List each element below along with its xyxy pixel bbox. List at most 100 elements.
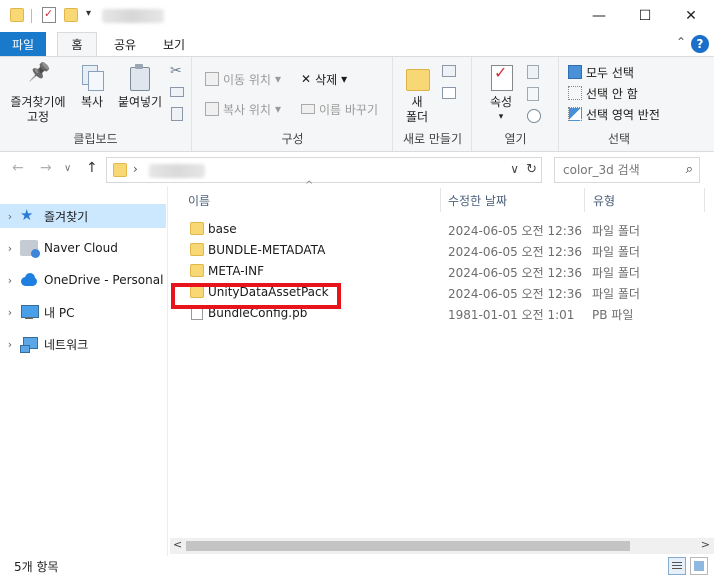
column-divider[interactable] — [704, 188, 705, 212]
nav-item-quick-access[interactable]: › 즐겨찾기 — [0, 204, 166, 228]
clipboard-group: 즐겨찾기에 고정 복사 붙여넣기 ✂ 클립보드 — [0, 57, 192, 151]
toolbar-separator — [31, 9, 32, 23]
invert-selection-button[interactable]: 선택 영역 반전 — [568, 104, 660, 124]
delete-button[interactable]: ✕ 삭제 ▾ — [301, 69, 347, 89]
address-dropdown-icon[interactable]: ∨ — [510, 162, 519, 176]
status-bar: 5개 항목 — [0, 556, 714, 578]
scroll-left-icon[interactable]: < — [173, 538, 182, 551]
nav-item-this-pc[interactable]: › 내 PC — [0, 300, 166, 324]
history-icon[interactable] — [527, 109, 541, 123]
new-group-label: 새로 만들기 — [402, 132, 462, 146]
tab-home[interactable]: 홈 — [57, 32, 97, 56]
properties-icon[interactable] — [42, 7, 56, 23]
edit-icon[interactable] — [527, 87, 539, 101]
details-view-icon[interactable] — [668, 557, 686, 575]
easy-access-icon[interactable] — [442, 87, 456, 99]
forward-icon[interactable]: → — [40, 160, 52, 176]
column-divider[interactable] — [584, 188, 585, 212]
nav-item-naver-cloud[interactable]: › Naver Cloud — [0, 236, 166, 260]
select-all-label: 모두 선택 — [586, 65, 634, 80]
title-bar: ▾ — ☐ ✕ — [0, 0, 714, 32]
file-name: base — [208, 222, 237, 236]
tab-file[interactable]: 파일 — [0, 32, 46, 56]
copy-button[interactable]: 복사 — [74, 63, 110, 110]
paste-button[interactable]: 붙여넣기 — [112, 63, 168, 110]
search-box[interactable]: ⌕ — [554, 157, 700, 183]
tab-view[interactable]: 보기 — [155, 32, 193, 56]
search-icon[interactable]: ⌕ — [686, 162, 693, 177]
collapse-ribbon-icon[interactable]: ⌃ — [676, 35, 686, 49]
minimize-button[interactable]: — — [576, 0, 622, 32]
nav-item-label: 내 PC — [44, 305, 75, 320]
file-date: 2024-06-05 오전 12:36 — [448, 245, 583, 259]
star-icon — [20, 206, 38, 224]
delete-label: 삭제 — [315, 72, 338, 87]
new-folder-label-line2: 폴더 — [405, 110, 429, 124]
copy-to-icon — [205, 102, 219, 116]
open-icon[interactable] — [527, 65, 539, 79]
new-folder-button[interactable]: 새 폴더 — [400, 63, 434, 125]
new-item-icon[interactable] — [442, 65, 456, 77]
nav-item-label: 즐겨찾기 — [44, 209, 89, 224]
customize-toolbar-caret-icon[interactable]: ▾ — [86, 8, 91, 19]
folder-icon — [10, 8, 24, 22]
ribbon: 즐겨찾기에 고정 복사 붙여넣기 ✂ 클립보드 이동 위치▾ ✕ 삭제▾ 복사 … — [0, 56, 714, 152]
expand-icon[interactable]: › — [0, 338, 20, 351]
horizontal-scrollbar[interactable]: < > — [170, 538, 714, 554]
expand-icon[interactable]: › — [0, 210, 20, 223]
file-type: 파일 폴더 — [592, 245, 640, 259]
close-button[interactable]: ✕ — [668, 0, 714, 32]
pin-label-line1: 즐겨찾기에 — [10, 95, 66, 109]
copy-to-button[interactable]: 복사 위치 ▾ — [205, 99, 281, 119]
nav-item-label: Naver Cloud — [44, 241, 118, 255]
maximize-button[interactable]: ☐ — [622, 0, 668, 32]
file-date: 2024-06-05 오전 12:36 — [448, 287, 583, 301]
rename-button[interactable]: 이름 바꾸기 — [301, 99, 378, 119]
column-header-name[interactable]: 이름 — [188, 188, 438, 212]
up-icon[interactable]: ↑ — [86, 160, 98, 176]
expand-icon[interactable]: › — [0, 242, 20, 255]
copy-icon — [80, 63, 104, 91]
properties-button[interactable]: 속성 ▾ — [481, 63, 521, 125]
nav-item-network[interactable]: › 네트워크 — [0, 332, 166, 356]
tab-share[interactable]: 공유 — [106, 32, 144, 56]
pin-to-quick-access-button[interactable]: 즐겨찾기에 고정 — [6, 63, 70, 125]
select-all-icon — [568, 65, 582, 79]
nav-item-onedrive[interactable]: › OneDrive - Personal — [0, 268, 166, 292]
recent-locations-icon[interactable]: ∨ — [64, 163, 71, 174]
move-to-button[interactable]: 이동 위치 ▾ — [205, 69, 281, 89]
expand-icon[interactable]: › — [0, 306, 20, 319]
paste-shortcut-icon[interactable] — [171, 107, 183, 121]
file-date: 2024-06-05 오전 12:36 — [448, 266, 583, 280]
large-icons-view-icon[interactable] — [690, 557, 708, 575]
scrollbar-thumb[interactable] — [186, 541, 630, 551]
select-group-label: 선택 — [607, 132, 631, 146]
column-divider[interactable] — [440, 188, 441, 212]
scroll-right-icon[interactable]: > — [701, 538, 710, 551]
refresh-icon[interactable]: ↻ — [526, 162, 537, 177]
select-none-button[interactable]: 선택 안 함 — [568, 83, 638, 103]
clipboard-group-label: 클립보드 — [73, 132, 118, 146]
new-folder-icon[interactable] — [64, 8, 78, 22]
search-input[interactable] — [563, 159, 683, 181]
invert-selection-label: 선택 영역 반전 — [586, 107, 660, 122]
file-row[interactable]: META-INF 2024-06-05 오전 12:36 파일 폴더 — [186, 261, 706, 282]
expand-icon[interactable]: › — [0, 274, 20, 287]
breadcrumb-chevron-icon[interactable]: › — [133, 162, 138, 176]
copy-to-label: 복사 위치 — [223, 102, 271, 117]
window-title-redacted — [102, 9, 164, 23]
column-header-type[interactable]: 유형 — [593, 188, 703, 212]
cut-icon[interactable]: ✂ — [170, 63, 182, 79]
select-all-button[interactable]: 모두 선택 — [568, 62, 634, 82]
path-redacted — [149, 164, 205, 178]
file-name: META-INF — [208, 264, 265, 278]
back-icon[interactable]: ← — [12, 160, 24, 176]
file-row[interactable]: base 2024-06-05 오전 12:36 파일 폴더 — [186, 219, 706, 240]
file-row[interactable]: BUNDLE-METADATA 2024-06-05 오전 12:36 파일 폴… — [186, 240, 706, 261]
file-date: 2024-06-05 오전 12:36 — [448, 224, 583, 238]
help-icon[interactable]: ? — [691, 35, 709, 53]
column-header-date[interactable]: 수정한 날짜 — [448, 188, 586, 212]
address-bar[interactable]: › ∨ ↻ — [106, 157, 542, 183]
copy-path-icon[interactable] — [170, 87, 184, 97]
file-type: 파일 폴더 — [592, 266, 640, 280]
